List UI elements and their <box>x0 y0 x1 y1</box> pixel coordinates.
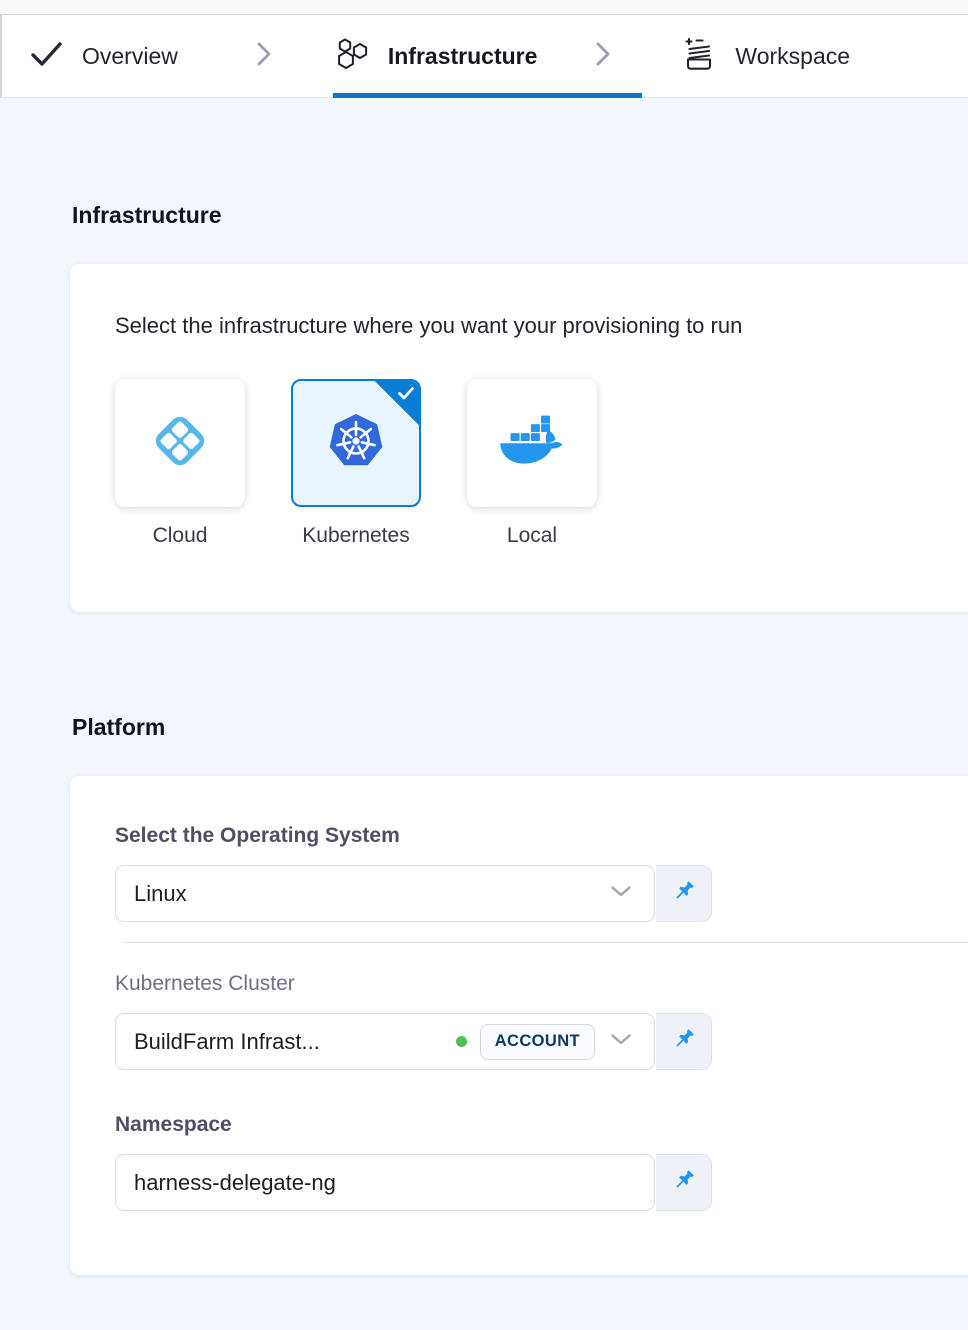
cluster-field-label: Kubernetes Cluster <box>115 972 932 996</box>
option-kubernetes-label: Kubernetes <box>291 524 421 548</box>
platform-section-title: Platform <box>72 714 968 741</box>
chevron-down-icon[interactable] <box>610 885 636 903</box>
connector-status-dot <box>456 1036 467 1047</box>
pin-icon <box>671 1167 697 1198</box>
tab-infrastructure[interactable]: Infrastructure <box>334 37 538 76</box>
pin-icon <box>671 878 697 909</box>
infrastructure-options: Cloud <box>115 379 932 548</box>
check-icon <box>30 40 64 73</box>
tab-overview[interactable]: Overview <box>30 40 178 73</box>
option-local-label: Local <box>467 524 597 548</box>
namespace-input-value: harness-delegate-ng <box>134 1170 336 1196</box>
cluster-pin-button[interactable] <box>656 1013 712 1070</box>
infrastructure-prompt: Select the infrastructure where you want… <box>115 313 932 339</box>
canvas-dotted-background <box>0 0 968 15</box>
namespace-pin-button[interactable] <box>656 1154 712 1211</box>
option-kubernetes-tile[interactable] <box>291 379 421 507</box>
cluster-select-control: BuildFarm Infrast... ACCOUNT <box>115 1013 712 1070</box>
option-cloud[interactable]: Cloud <box>115 379 245 548</box>
platform-card: Select the Operating System Linux Kubern… <box>70 776 968 1275</box>
os-select-control: Linux <box>115 865 712 922</box>
panel-left-edge <box>0 15 2 97</box>
os-select[interactable]: Linux <box>115 865 655 922</box>
cloud-icon <box>148 409 212 478</box>
chevron-right-icon <box>593 40 613 73</box>
infrastructure-section-title: Infrastructure <box>72 98 968 229</box>
namespace-input[interactable]: harness-delegate-ng <box>115 1154 655 1211</box>
tab-workspace-label: Workspace <box>735 43 850 70</box>
pin-icon <box>671 1026 697 1057</box>
scope-badge: ACCOUNT <box>480 1024 595 1060</box>
chevron-down-icon[interactable] <box>610 1033 636 1051</box>
os-pin-button[interactable] <box>656 865 712 922</box>
section-divider <box>123 942 968 943</box>
namespace-control: harness-delegate-ng <box>115 1154 712 1211</box>
step-tabbar: Overview Infrastructure W <box>0 15 968 98</box>
tab-overview-label: Overview <box>82 43 178 70</box>
stack-icon <box>681 36 717 77</box>
selected-corner-badge <box>375 381 419 425</box>
option-local[interactable]: Local <box>467 379 597 548</box>
active-tab-underline <box>333 93 642 98</box>
option-kubernetes[interactable]: Kubernetes <box>291 379 421 548</box>
tab-workspace[interactable]: Workspace <box>681 36 850 77</box>
os-select-value: Linux <box>134 881 187 907</box>
option-local-tile[interactable] <box>467 379 597 507</box>
os-field-label: Select the Operating System <box>115 824 932 848</box>
option-cloud-tile[interactable] <box>115 379 245 507</box>
namespace-field-label: Namespace <box>115 1113 932 1137</box>
option-cloud-label: Cloud <box>115 524 245 548</box>
infrastructure-card: Select the infrastructure where you want… <box>70 264 968 612</box>
cluster-select[interactable]: BuildFarm Infrast... ACCOUNT <box>115 1013 655 1070</box>
cluster-select-value: BuildFarm Infrast... <box>134 1029 320 1055</box>
chevron-right-icon <box>254 40 274 73</box>
docker-icon <box>497 415 567 472</box>
hexagons-icon <box>334 37 370 76</box>
tab-infrastructure-label: Infrastructure <box>388 43 538 70</box>
